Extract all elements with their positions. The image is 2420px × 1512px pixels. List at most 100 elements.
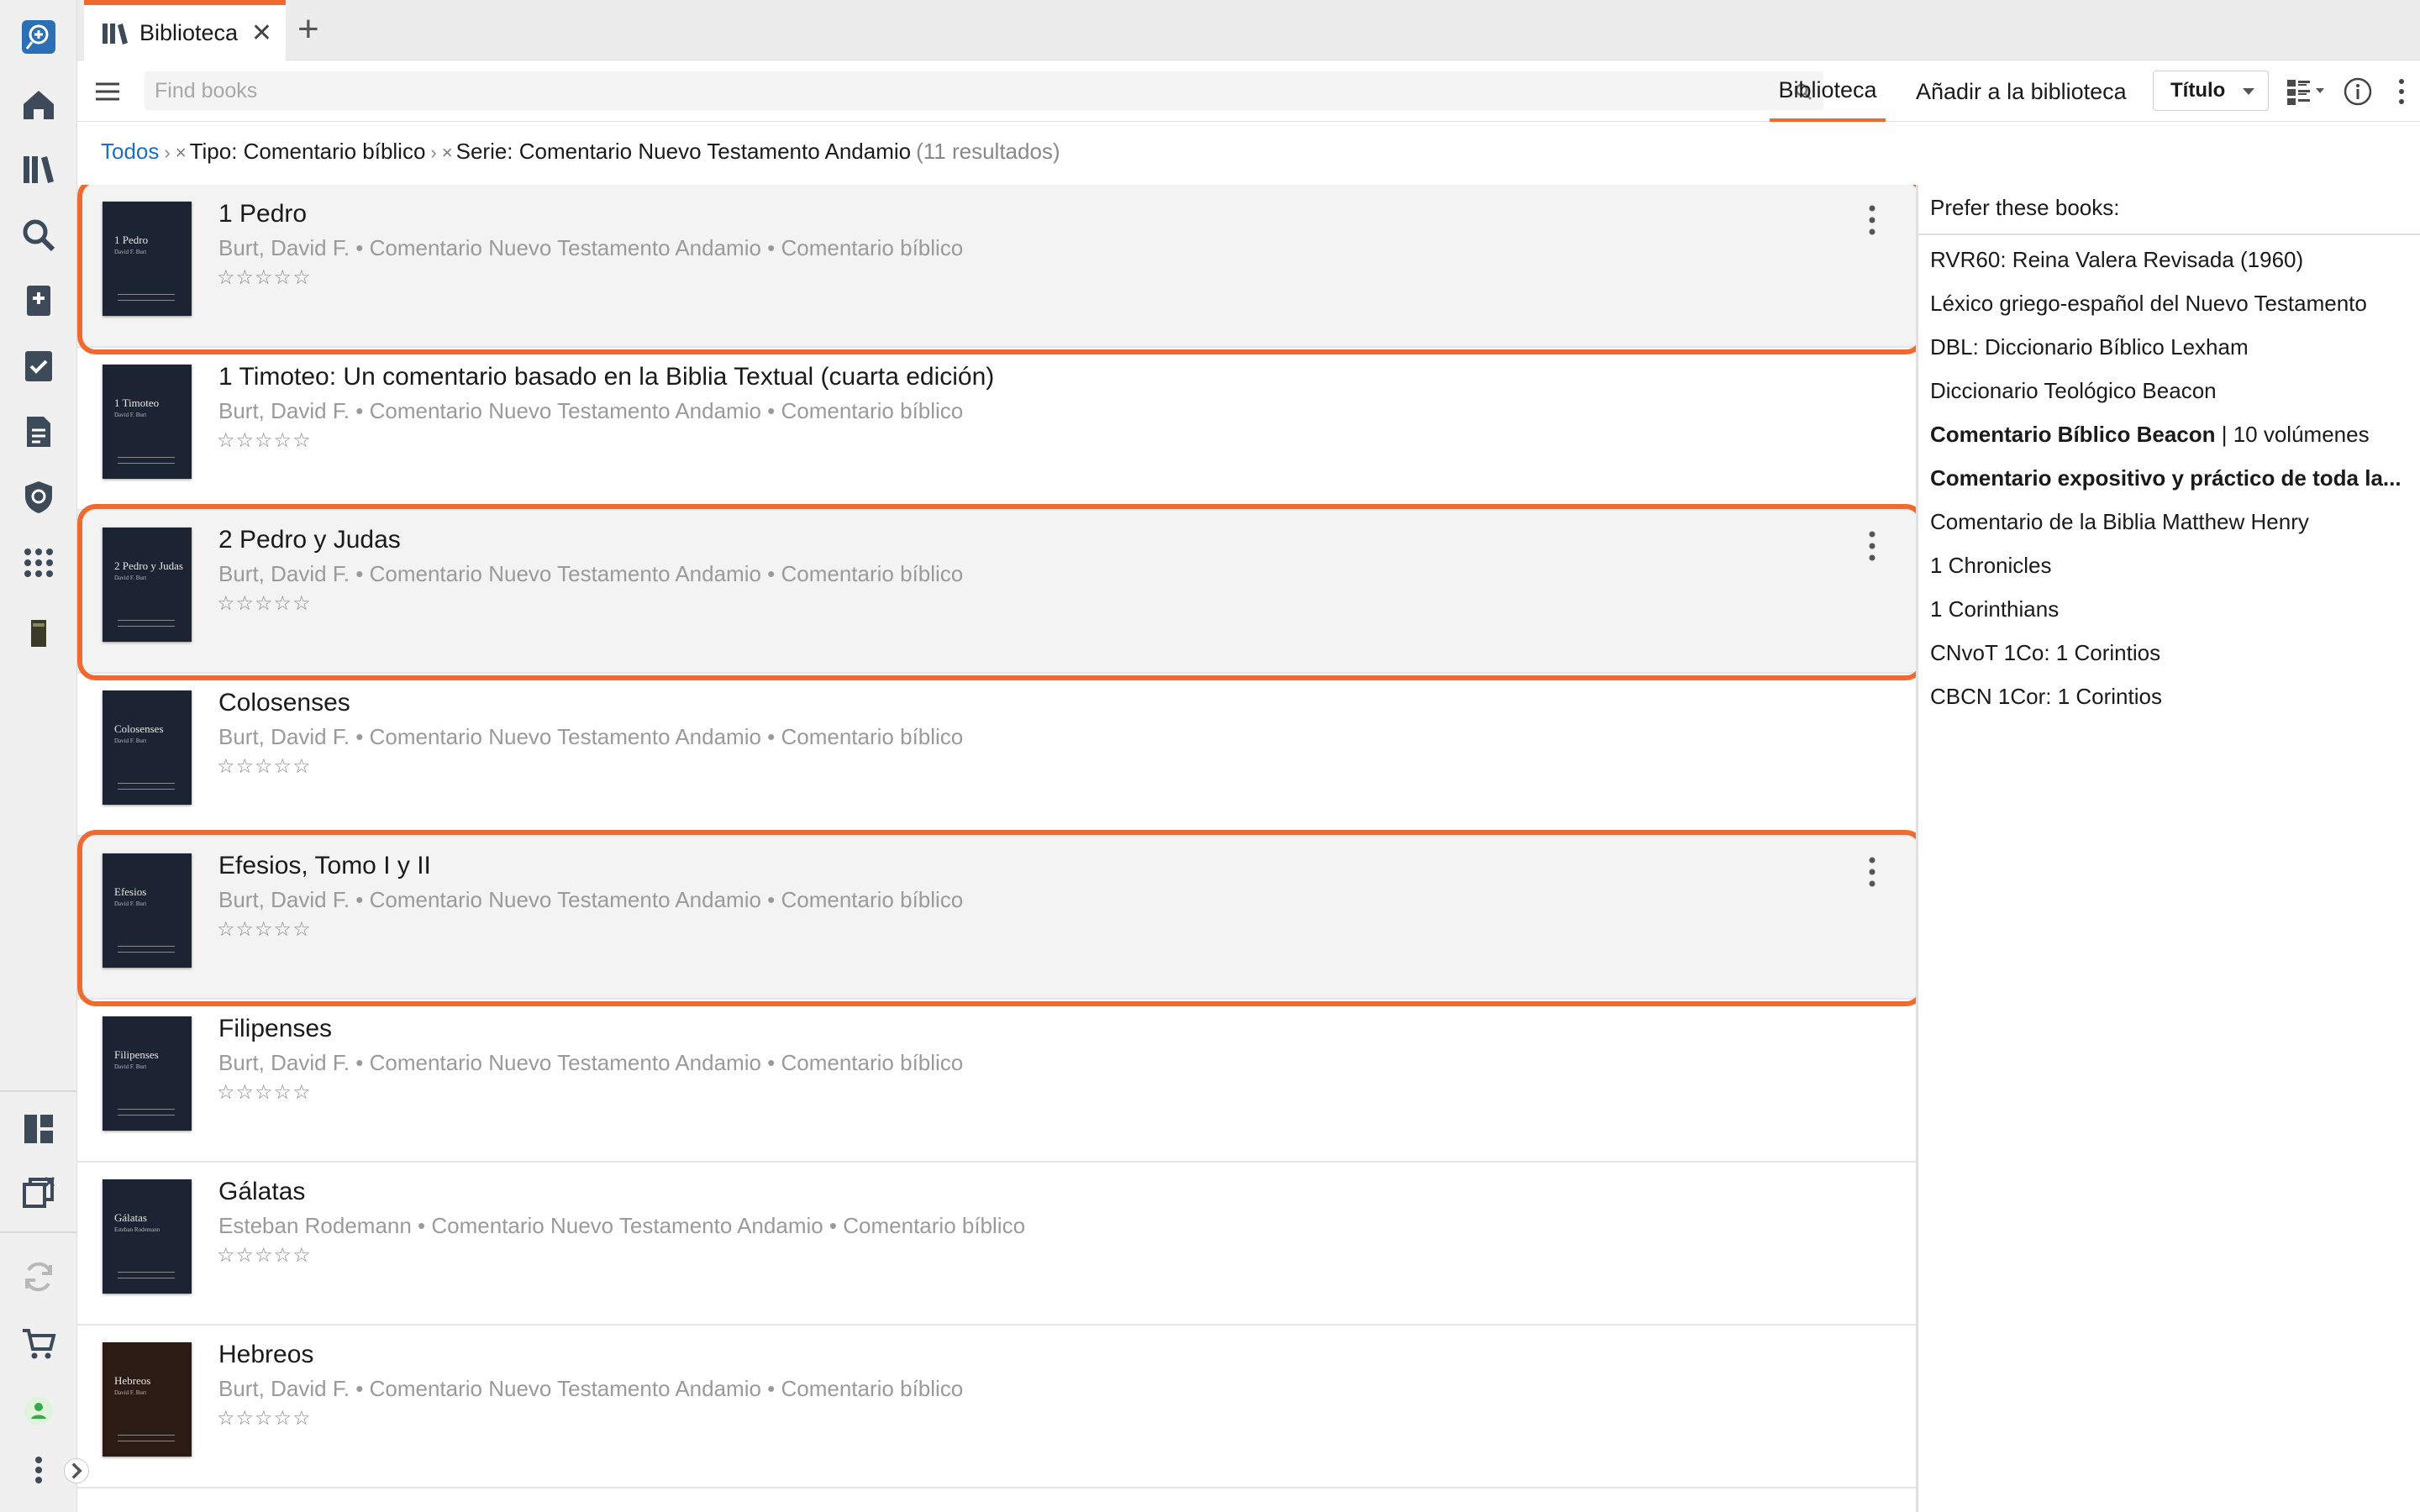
tab-add-to-library[interactable]: Añadir a la biblioteca bbox=[1916, 61, 2127, 122]
close-panels-icon[interactable] bbox=[18, 1173, 59, 1213]
preferred-book-name: CBCN 1Cor: 1 Corintios bbox=[1930, 684, 2162, 709]
book-title[interactable]: 1 Timoteo: Un comentario basado en la Bi… bbox=[218, 363, 994, 391]
sort-label: Título bbox=[2170, 79, 2226, 102]
add-tab-icon[interactable]: + bbox=[297, 8, 319, 50]
book-title[interactable]: Efesios, Tomo I y II bbox=[218, 852, 431, 880]
preferred-book-name: Comentario Bíblico Beacon bbox=[1930, 422, 2216, 447]
preferred-book-name: Comentario expositivo y práctico de toda… bbox=[1930, 465, 2402, 491]
preferred-book-item[interactable]: 1 Chronicles bbox=[1930, 553, 2409, 579]
book-title[interactable]: Hebreos bbox=[218, 1341, 313, 1369]
library-icon[interactable] bbox=[18, 150, 59, 190]
breadcrumb-filter-series[interactable]: Serie: Comentario Nuevo Testamento Andam… bbox=[456, 139, 911, 164]
preferred-book-item[interactable]: Comentario expositivo y práctico de toda… bbox=[1930, 465, 2409, 491]
rating-stars[interactable]: ☆☆☆☆☆ bbox=[217, 265, 312, 290]
book-title[interactable]: 2 Pedro y Judas bbox=[218, 526, 401, 554]
app-logo-icon[interactable] bbox=[18, 17, 59, 57]
row-menu-icon[interactable] bbox=[1865, 529, 1879, 563]
cover-author: David F. Burt bbox=[114, 412, 147, 418]
preferred-book-item[interactable]: 1 Corinthians bbox=[1930, 596, 2409, 622]
rating-stars[interactable]: ☆☆☆☆☆ bbox=[217, 1406, 312, 1431]
remove-filter-icon[interactable]: × bbox=[442, 142, 453, 163]
cover-author: Esteban Rodemann bbox=[114, 1226, 160, 1233]
book-row[interactable]: Gálatas Esteban Rodemann Gálatas Esteban Ro… bbox=[77, 1163, 1916, 1326]
book-title[interactable]: 1 Pedro bbox=[218, 200, 307, 228]
preferred-book-item[interactable]: CBCN 1Cor: 1 Corintios bbox=[1930, 684, 2409, 710]
document-icon[interactable] bbox=[18, 412, 59, 452]
preferred-book-name: Comentario de la Biblia Matthew Henry bbox=[1930, 509, 2309, 534]
preferred-book-item[interactable]: Comentario Bíblico Beacon | 10 volúmenes bbox=[1930, 422, 2409, 448]
bible-add-icon[interactable] bbox=[18, 281, 59, 321]
apps-grid-icon[interactable] bbox=[18, 543, 59, 583]
book-row[interactable]: 1 Timoteo David F. Burt 1 Timoteo: Un come… bbox=[77, 348, 1916, 511]
search-input[interactable] bbox=[145, 71, 1741, 110]
more-vertical-icon[interactable] bbox=[18, 1450, 59, 1490]
book-row[interactable]: Filipenses David F. Burt Filipenses Burt, D… bbox=[77, 1000, 1916, 1163]
cart-icon[interactable] bbox=[18, 1324, 59, 1364]
book-cover[interactable]: Gálatas Esteban Rodemann bbox=[103, 1179, 192, 1294]
checklist-icon[interactable] bbox=[18, 346, 59, 386]
book-row[interactable]: 2 Pedro y Judas David F. Burt 2 Pedro y Ju… bbox=[77, 504, 1916, 680]
cover-title: Colosenses bbox=[114, 722, 164, 735]
breadcrumb-root-link[interactable]: Todos bbox=[101, 139, 159, 164]
rating-stars[interactable]: ☆☆☆☆☆ bbox=[217, 428, 312, 453]
row-menu-icon[interactable] bbox=[1865, 203, 1879, 237]
preferred-book-item[interactable]: Comentario de la Biblia Matthew Henry bbox=[1930, 509, 2409, 535]
rating-stars[interactable]: ☆☆☆☆☆ bbox=[217, 591, 312, 616]
book-row[interactable]: Efesios David F. Burt Efesios, Tomo I y II… bbox=[77, 830, 1916, 1006]
book-list: 1 Pedro David F. Burt 1 Pedro Burt, David F… bbox=[77, 185, 1916, 1512]
rating-stars[interactable]: ☆☆☆☆☆ bbox=[217, 917, 312, 942]
sort-select[interactable]: Título bbox=[2153, 71, 2269, 111]
tab-biblioteca-view[interactable]: Biblioteca bbox=[1770, 61, 1886, 122]
breadcrumb-filter-type[interactable]: Tipo: Comentario bíblico bbox=[190, 139, 426, 164]
book-title[interactable]: Colosenses bbox=[218, 689, 350, 717]
cover-author: David F. Burt bbox=[114, 738, 147, 744]
book-cover[interactable]: Filipenses David F. Burt bbox=[103, 1016, 192, 1131]
rating-stars[interactable]: ☆☆☆☆☆ bbox=[217, 1243, 312, 1268]
book-cover[interactable]: Hebreos David F. Burt bbox=[103, 1342, 192, 1457]
preferred-heading: Prefer these books: bbox=[1930, 195, 2120, 220]
hamburger-menu-icon[interactable] bbox=[94, 78, 121, 105]
book-cover[interactable]: Efesios David F. Burt bbox=[103, 853, 192, 968]
book-row[interactable]: Hebreos David F. Burt Hebreos Burt, David F… bbox=[77, 1326, 1916, 1488]
cover-title: 2 Pedro y Judas bbox=[114, 559, 183, 572]
rating-stars[interactable]: ☆☆☆☆☆ bbox=[217, 754, 312, 779]
book-title[interactable]: Gálatas bbox=[218, 1178, 305, 1206]
tab-biblioteca[interactable]: Biblioteca ✕ bbox=[84, 0, 286, 60]
row-menu-icon[interactable] bbox=[1865, 855, 1879, 889]
preferred-book-name: 1 Corinthians bbox=[1930, 596, 2060, 622]
remove-filter-icon[interactable]: × bbox=[176, 142, 187, 163]
breadcrumb-chevron-icon: › bbox=[164, 142, 171, 163]
preferred-book-item[interactable]: Diccionario Teológico Beacon bbox=[1930, 378, 2409, 404]
cover-title: Efesios bbox=[114, 885, 147, 898]
user-avatar-icon[interactable] bbox=[18, 1391, 59, 1431]
view-mode-icon[interactable] bbox=[2286, 76, 2329, 107]
shield-icon[interactable] bbox=[18, 477, 59, 517]
cover-author: David F. Burt bbox=[114, 900, 147, 907]
book-title[interactable]: Filipenses bbox=[218, 1015, 332, 1043]
preferred-book-item[interactable]: RVR60: Reina Valera Revisada (1960) bbox=[1930, 247, 2409, 273]
home-icon[interactable] bbox=[18, 84, 59, 124]
cover-title: Filipenses bbox=[114, 1048, 159, 1061]
cover-author: David F. Burt bbox=[114, 575, 147, 581]
info-icon[interactable] bbox=[2343, 76, 2373, 107]
book-cover[interactable]: 2 Pedro y Judas David F. Burt bbox=[103, 528, 192, 642]
more-options-icon[interactable] bbox=[2393, 76, 2410, 107]
close-tab-icon[interactable]: ✕ bbox=[251, 18, 272, 48]
book-row[interactable]: 1 Pedro David F. Burt 1 Pedro Burt, David F… bbox=[77, 185, 1916, 354]
cover-author: David F. Burt bbox=[114, 249, 147, 255]
cover-title: 1 Timoteo bbox=[114, 396, 160, 409]
book-cover[interactable]: 1 Timoteo David F. Burt bbox=[103, 365, 192, 479]
book-row[interactable]: Colosenses David F. Burt Colosenses Burt, D… bbox=[77, 674, 1916, 837]
cover-title: 1 Pedro bbox=[114, 234, 149, 246]
book-cover[interactable]: Colosenses David F. Burt bbox=[103, 690, 192, 805]
recent-book-icon[interactable] bbox=[18, 613, 59, 654]
preferred-book-item[interactable]: DBL: Diccionario Bíblico Lexham bbox=[1930, 334, 2409, 360]
search-icon[interactable] bbox=[18, 215, 59, 255]
rating-stars[interactable]: ☆☆☆☆☆ bbox=[217, 1080, 312, 1105]
book-cover[interactable]: 1 Pedro David F. Burt bbox=[103, 202, 192, 316]
sync-icon[interactable] bbox=[18, 1257, 59, 1297]
preferred-book-item[interactable]: CNvoT 1Co: 1 Corintios bbox=[1930, 640, 2409, 666]
layouts-icon[interactable] bbox=[18, 1109, 59, 1149]
chevron-down-icon bbox=[2243, 88, 2254, 95]
preferred-book-item[interactable]: Léxico griego-español del Nuevo Testamen… bbox=[1930, 291, 2409, 317]
